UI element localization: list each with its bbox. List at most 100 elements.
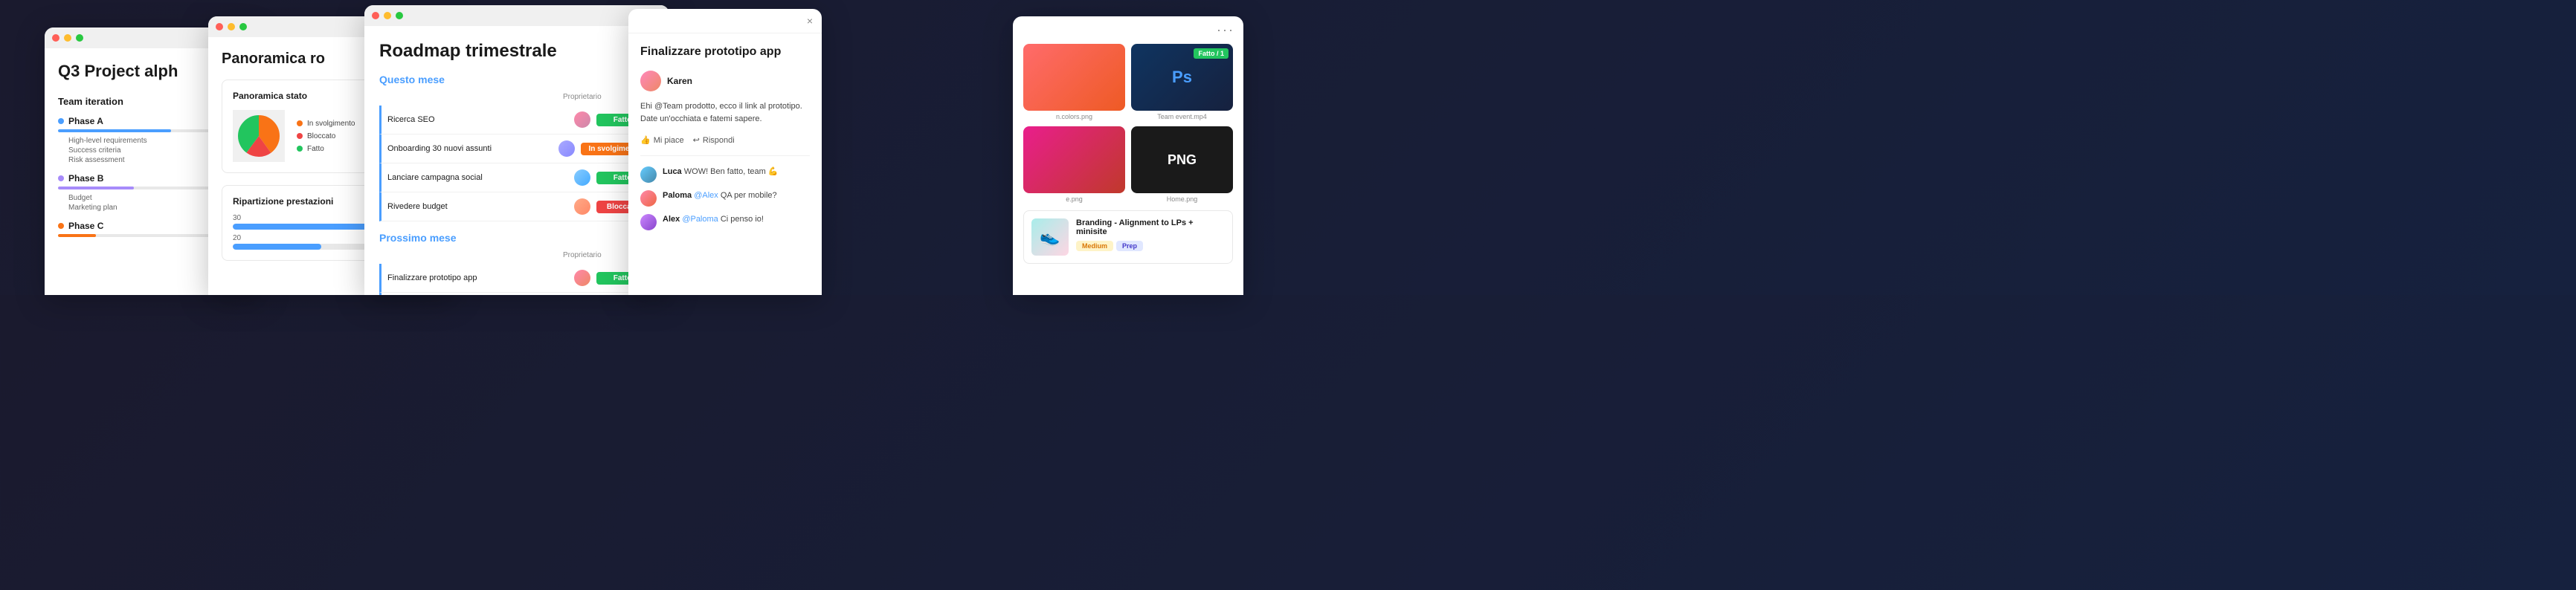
- finalizzare-title: Finalizzare prototipo app: [640, 45, 810, 59]
- avatar-0: [574, 111, 590, 128]
- paloma-text: QA per mobile?: [721, 191, 777, 200]
- media-item-2: e.png: [1023, 126, 1125, 203]
- badge-fatto-sm: Fatto / 1: [1194, 48, 1229, 59]
- task-name-2: Lanciare campagna social: [387, 173, 568, 182]
- luca-text: WOW! Ben fatto, team 💪: [684, 167, 779, 176]
- alex-text: Ci penso io!: [721, 215, 764, 224]
- legend: In svolgimento Bloccato Fatto: [297, 120, 355, 153]
- media-epng: [1023, 126, 1125, 193]
- task-name-1: Onboarding 30 nuovi assunti: [387, 144, 553, 153]
- prossimo-mese-header: Proprietario Stato: [379, 251, 654, 259]
- task-row-4: Finalizzare prototipo app Fatto: [379, 264, 654, 293]
- reply-2: Alex @Paloma Ci penso io!: [640, 214, 810, 230]
- task-name-3: Rivedere budget: [387, 202, 568, 211]
- close-icon[interactable]: ×: [807, 15, 813, 27]
- legend-bloccato: Bloccato: [297, 132, 355, 140]
- actions-row: 👍 Mi piace ↩ Rispondi: [640, 135, 810, 156]
- card-title: Branding - Alignment to LPs + minisite: [1076, 218, 1225, 236]
- alex-reply: Alex @Paloma Ci penso io!: [663, 214, 764, 225]
- task-row-1: Onboarding 30 nuovi assunti In svolgimen…: [379, 134, 654, 163]
- dots-menu-icon[interactable]: ···: [1217, 22, 1234, 38]
- luca-reply: Luca WOW! Ben fatto, team 💪: [663, 166, 779, 178]
- like-label: Mi piace: [654, 136, 684, 145]
- media-colors: [1023, 44, 1125, 111]
- legend-svolgimento: In svolgimento: [297, 120, 355, 128]
- window-files: ··· n.colors.png Ps Fatto / 1 Team event…: [1013, 16, 1243, 295]
- phase-c-dot: [58, 223, 64, 229]
- phase-c-label: Phase C: [68, 221, 103, 231]
- card-image: 👟: [1031, 218, 1069, 256]
- reply-icon: ↩: [693, 135, 700, 145]
- avatar-2: [574, 169, 590, 186]
- png-text: PNG: [1168, 152, 1197, 168]
- card-tags: Medium Prep: [1076, 241, 1225, 251]
- media-label-2: e.png: [1023, 195, 1125, 203]
- media-label-3: Home.png: [1131, 195, 1233, 203]
- like-button[interactable]: 👍 Mi piace: [640, 135, 684, 145]
- task-row-3: Rivedere budget Bloccato: [379, 192, 654, 221]
- task-row-2: Lanciare campagna social Fatto: [379, 163, 654, 192]
- alex-avatar: [640, 214, 657, 230]
- karen-name: Karen: [667, 76, 692, 86]
- reply-0: Luca WOW! Ben fatto, team 💪: [640, 166, 810, 183]
- avatar-4: [574, 270, 590, 286]
- avatar-1: [558, 140, 575, 157]
- col-proprietario-2: Proprietario: [563, 251, 602, 259]
- phase-a-label: Phase A: [68, 116, 103, 126]
- fatto-label: Fatto: [307, 145, 324, 153]
- reply-1: Paloma @Alex QA per mobile?: [640, 190, 810, 207]
- roadmap-title: Roadmap trimestrale: [379, 41, 654, 62]
- shoe-icon: 👟: [1031, 218, 1069, 256]
- card-item: 👟 Branding - Alignment to LPs + minisite…: [1023, 210, 1233, 264]
- bloccato-label: Bloccato: [307, 132, 335, 140]
- task-row-5: Redesign del blog In svolgimento: [379, 293, 654, 295]
- media-item-0: n.colors.png: [1023, 44, 1125, 120]
- window-roadmap: Roadmap trimestrale Questo mese Propriet…: [364, 5, 669, 295]
- phase-a-fill: [58, 129, 171, 132]
- phase-b-label: Phase B: [68, 173, 103, 184]
- fatto-dot: [297, 146, 303, 152]
- bloccato-dot: [297, 133, 303, 139]
- close-dot[interactable]: [52, 34, 59, 42]
- tag-medium: Medium: [1076, 241, 1113, 251]
- perf-bar-fill-0: [233, 224, 370, 230]
- expand-dot-2[interactable]: [239, 23, 247, 30]
- paloma-reply: Paloma @Alex QA per mobile?: [663, 190, 777, 201]
- media-item-3: PNG Home.png: [1131, 126, 1233, 203]
- minimize-dot-2[interactable]: [228, 23, 235, 30]
- phase-b-dot: [58, 175, 64, 181]
- media-png: PNG: [1131, 126, 1233, 193]
- paloma-mention: @Alex: [694, 191, 718, 200]
- minimize-dot-3[interactable]: [384, 12, 391, 19]
- media-label-0: n.colors.png: [1023, 113, 1125, 120]
- luca-avatar: [640, 166, 657, 183]
- task-row-0: Ricerca SEO Fatto: [379, 106, 654, 134]
- close-dot-2[interactable]: [216, 23, 223, 30]
- phase-c-fill: [58, 234, 96, 237]
- media-ps: Ps Fatto / 1: [1131, 44, 1233, 111]
- expand-dot[interactable]: [76, 34, 83, 42]
- task-name-0: Ricerca SEO: [387, 115, 568, 124]
- media-item-1: Ps Fatto / 1 Team event.mp4: [1131, 44, 1233, 120]
- phase-b-fill: [58, 187, 134, 189]
- minimize-dot[interactable]: [64, 34, 71, 42]
- prossimo-mese-label: Prossimo mese: [379, 232, 654, 244]
- karen-avatar: [640, 71, 661, 91]
- luca-name: Luca: [663, 167, 682, 176]
- reply-label: Rispondi: [703, 136, 735, 145]
- like-icon: 👍: [640, 135, 651, 145]
- comment-text: Ehi @Team prodotto, ecco il link al prot…: [640, 100, 810, 125]
- titlebar-5: ···: [1013, 16, 1243, 44]
- legend-fatto: Fatto: [297, 145, 355, 153]
- pie-chart: [233, 110, 285, 162]
- paloma-avatar: [640, 190, 657, 207]
- perf-bar-fill-1: [233, 244, 321, 250]
- close-dot-3[interactable]: [372, 12, 379, 19]
- reply-button[interactable]: ↩ Rispondi: [693, 135, 735, 145]
- ps-text: Ps: [1172, 68, 1192, 87]
- expand-dot-3[interactable]: [396, 12, 403, 19]
- paloma-name: Paloma: [663, 191, 692, 200]
- titlebar-4: ×: [628, 9, 822, 33]
- svolgimento-label: In svolgimento: [307, 120, 355, 128]
- window-finalizzare: × Finalizzare prototipo app Karen Ehi @T…: [628, 9, 822, 295]
